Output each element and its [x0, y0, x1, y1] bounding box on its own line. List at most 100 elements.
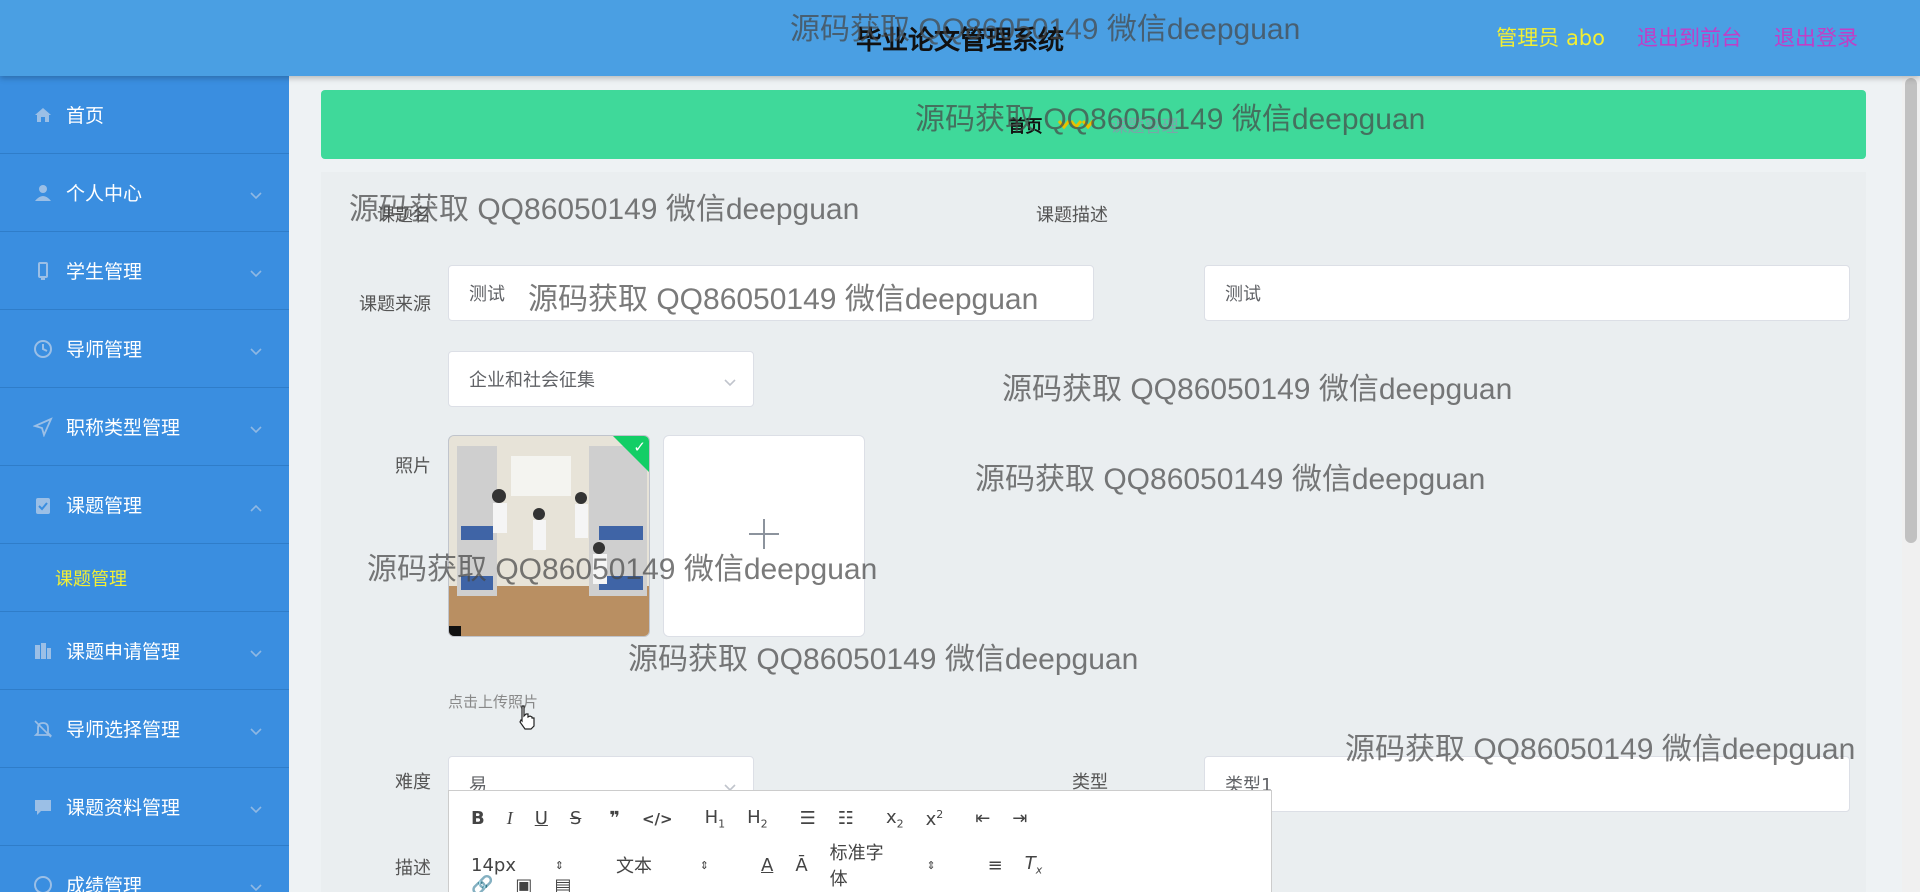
- student-icon: [32, 260, 54, 282]
- chevron-down-icon: [249, 418, 263, 440]
- sidebar-item-topic-materials[interactable]: 课题资料管理: [0, 768, 289, 846]
- strikethrough-icon[interactable]: S: [570, 808, 581, 829]
- sidebar-subitem-topics[interactable]: 课题管理: [0, 544, 289, 612]
- sidebar-item-topic-applications[interactable]: 课题申请管理: [0, 612, 289, 690]
- underline-icon[interactable]: U: [535, 808, 548, 829]
- clear-format-icon[interactable]: Tx: [1025, 853, 1043, 877]
- topic-desc-input[interactable]: 测试: [1204, 265, 1850, 321]
- breadcrumb-current: 课题管理: [1110, 117, 1179, 137]
- back-to-front-link[interactable]: 退出到前台: [1637, 22, 1742, 52]
- sidebar-item-topics[interactable]: 课题管理: [0, 466, 289, 544]
- indent-icon[interactable]: ⇥: [1012, 808, 1027, 829]
- building-icon: [32, 640, 54, 662]
- heading-2-icon[interactable]: H2: [747, 807, 768, 831]
- superscript-icon[interactable]: x2: [926, 808, 944, 830]
- editor-toolbar-row-1: B I U S ❞ </> H1 H2 ☰ ☷ x2 x2 ⇤ ⇥: [471, 807, 1049, 831]
- chevron-down-icon: [249, 876, 263, 892]
- chevron-down-icon: [249, 798, 263, 820]
- sidebar-item-personal[interactable]: 个人中心: [0, 154, 289, 232]
- sidebar-item-label: 首页: [66, 105, 105, 127]
- sidebar-item-tutors[interactable]: 导师管理: [0, 310, 289, 388]
- updown-icon: ⇕: [926, 858, 936, 872]
- font-family-value: 标准字体: [829, 843, 884, 890]
- bell-icon: [32, 718, 54, 740]
- plus-icon: [747, 517, 781, 555]
- chevron-down-icon: [249, 720, 263, 742]
- hand-cursor-icon: [517, 704, 537, 734]
- sidebar-item-label: 学生管理: [66, 261, 143, 283]
- italic-icon[interactable]: I: [507, 808, 513, 829]
- rich-text-editor[interactable]: B I U S ❞ </> H1 H2 ☰ ☷ x2 x2 ⇤ ⇥ 14px ⇕ …: [448, 790, 1272, 892]
- page-scrollbar[interactable]: [1902, 76, 1920, 892]
- type-input[interactable]: 类型1: [1204, 756, 1850, 812]
- chevron-down-icon: [249, 262, 263, 284]
- scrollbar-thumb[interactable]: [1905, 78, 1917, 543]
- chevron-down-icon: [249, 340, 263, 362]
- video-icon[interactable]: ▤: [554, 875, 571, 892]
- topic-name-label: 课题名: [377, 205, 431, 226]
- send-icon: [32, 416, 54, 438]
- font-color-icon[interactable]: A: [761, 855, 773, 876]
- chat-icon: [32, 796, 54, 818]
- photo-label: 照片: [395, 456, 431, 477]
- clock-icon: [32, 338, 54, 360]
- topic-desc-label: 课题描述: [1036, 205, 1108, 226]
- blockquote-icon[interactable]: ❞: [609, 808, 620, 829]
- description-label: 描述: [395, 858, 431, 879]
- sidebar-item-label: 导师选择管理: [66, 719, 181, 741]
- ordered-list-icon[interactable]: ☰: [800, 808, 816, 829]
- image-icon[interactable]: ▣: [515, 875, 532, 892]
- sidebar-item-students[interactable]: 学生管理: [0, 232, 289, 310]
- sidebar-item-tutor-selection[interactable]: 导师选择管理: [0, 690, 289, 768]
- sidebar-item-label: 个人中心: [66, 183, 143, 205]
- logout-link[interactable]: 退出登录: [1774, 22, 1858, 52]
- clipboard-icon: [32, 494, 54, 516]
- top-header: 毕业论文管理系统 管理员 abo 退出到前台 退出登录: [0, 0, 1920, 76]
- outdent-icon[interactable]: ⇤: [975, 808, 990, 829]
- chevron-down-icon: [249, 642, 263, 664]
- home-icon: [32, 104, 54, 126]
- background-color-icon[interactable]: Ā: [795, 855, 807, 876]
- updown-icon: ⇕: [699, 858, 709, 872]
- chart-icon: [32, 874, 54, 892]
- check-icon: ✓: [633, 438, 646, 456]
- source-select[interactable]: 企业和社会征集: [448, 351, 754, 407]
- sidebar-item-label: 成绩管理: [66, 875, 143, 892]
- breadcrumb: 首页 课题管理: [321, 90, 1866, 159]
- updown-icon: ⇕: [554, 858, 564, 872]
- subscript-icon[interactable]: x2: [886, 807, 904, 831]
- sidebar: 首页 个人中心 学生管理 导师管理 职称类型管理 课题管理 课题管理 课题申请管…: [0, 76, 289, 892]
- upload-photo-button[interactable]: [663, 435, 865, 637]
- font-family-select[interactable]: 标准字体 ⇕: [830, 839, 958, 891]
- align-icon[interactable]: ≡: [988, 855, 1003, 876]
- sidebar-item-grades[interactable]: 成绩管理: [0, 846, 289, 892]
- font-size-select[interactable]: 14px ⇕: [471, 855, 586, 876]
- code-icon[interactable]: </>: [642, 810, 673, 828]
- breadcrumb-home[interactable]: 首页: [1009, 112, 1043, 137]
- topic-name-input[interactable]: 测试: [448, 265, 1094, 321]
- current-user: 管理员 abo: [1496, 26, 1605, 50]
- breadcrumb-separator-icon: [1057, 119, 1094, 129]
- bullet-list-icon[interactable]: ☷: [838, 808, 854, 829]
- topic-name-value: 测试: [469, 284, 505, 305]
- paragraph-select[interactable]: 文本 ⇕: [616, 852, 731, 878]
- sidebar-item-title-types[interactable]: 职称类型管理: [0, 388, 289, 466]
- sidebar-item-home[interactable]: 首页: [0, 76, 289, 154]
- header-nav: 管理员 abo 退出到前台 退出登录: [1496, 22, 1858, 52]
- chevron-down-icon: [249, 184, 263, 206]
- sidebar-item-label: 导师管理: [66, 339, 143, 361]
- topic-form: 课题名 测试 课题描述 测试 课题来源 企业和社会征集 照片 ✓ 点击上传照片 …: [321, 172, 1866, 892]
- uploaded-photo[interactable]: ✓: [448, 435, 650, 637]
- link-icon[interactable]: 🔗: [471, 875, 493, 892]
- difficulty-label: 难度: [395, 772, 431, 793]
- sidebar-item-label: 课题资料管理: [66, 797, 181, 819]
- editor-toolbar-row-3: 🔗 ▣ ▤: [471, 875, 593, 892]
- heading-1-icon[interactable]: H1: [705, 807, 726, 831]
- font-size-value: 14px: [471, 854, 516, 876]
- sidebar-item-label: 职称类型管理: [66, 417, 181, 439]
- sidebar-item-label: 课题申请管理: [66, 641, 181, 663]
- bold-icon[interactable]: B: [471, 808, 485, 829]
- user-icon: [32, 182, 54, 204]
- source-value: 企业和社会征集: [469, 370, 595, 391]
- topic-desc-value: 测试: [1225, 284, 1261, 305]
